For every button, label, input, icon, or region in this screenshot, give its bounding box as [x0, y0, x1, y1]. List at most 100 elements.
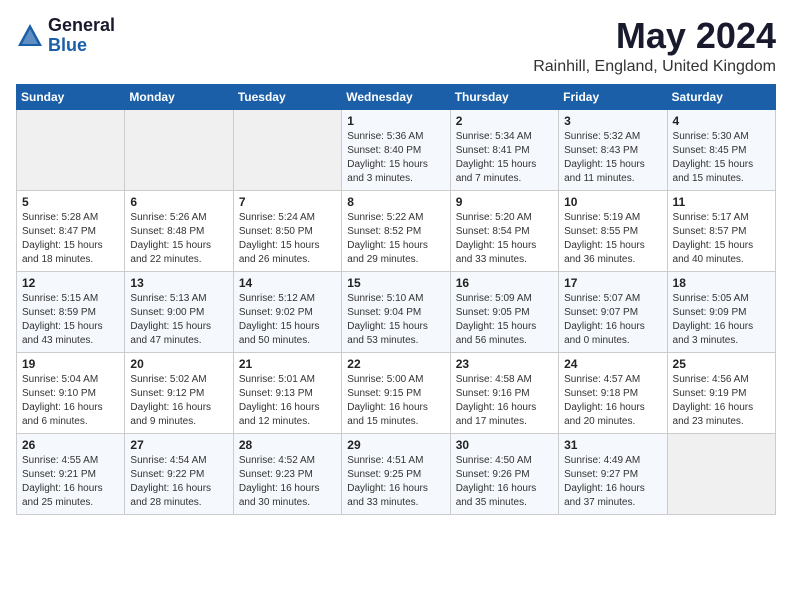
day-info: Sunrise: 4:54 AM Sunset: 9:22 PM Dayligh…	[130, 454, 227, 510]
day-info: Sunrise: 5:24 AM Sunset: 8:50 PM Dayligh…	[239, 211, 336, 267]
day-info: Sunrise: 5:00 AM Sunset: 9:15 PM Dayligh…	[347, 373, 444, 429]
day-info: Sunrise: 5:05 AM Sunset: 9:09 PM Dayligh…	[673, 292, 770, 348]
calendar-cell: 1 Sunrise: 5:36 AM Sunset: 8:40 PM Daylig…	[342, 109, 450, 190]
calendar-cell: 5 Sunrise: 5:28 AM Sunset: 8:47 PM Daylig…	[17, 190, 125, 271]
day-number: 12	[22, 276, 119, 290]
calendar-cell: 31 Sunrise: 4:49 AM Sunset: 9:27 PM Dayli…	[559, 433, 667, 514]
day-number: 30	[456, 438, 553, 452]
day-info: Sunrise: 5:15 AM Sunset: 8:59 PM Dayligh…	[22, 292, 119, 348]
calendar-cell: 30 Sunrise: 4:50 AM Sunset: 9:26 PM Dayli…	[450, 433, 558, 514]
day-info: Sunrise: 4:57 AM Sunset: 9:18 PM Dayligh…	[564, 373, 661, 429]
calendar-cell: 3 Sunrise: 5:32 AM Sunset: 8:43 PM Daylig…	[559, 109, 667, 190]
calendar-cell	[17, 109, 125, 190]
weekday-header: Tuesday	[233, 84, 341, 109]
day-number: 15	[347, 276, 444, 290]
day-number: 29	[347, 438, 444, 452]
day-info: Sunrise: 5:12 AM Sunset: 9:02 PM Dayligh…	[239, 292, 336, 348]
day-info: Sunrise: 4:58 AM Sunset: 9:16 PM Dayligh…	[456, 373, 553, 429]
calendar-cell: 21 Sunrise: 5:01 AM Sunset: 9:13 PM Dayli…	[233, 352, 341, 433]
weekday-header: Monday	[125, 84, 233, 109]
weekday-header: Thursday	[450, 84, 558, 109]
day-number: 17	[564, 276, 661, 290]
day-info: Sunrise: 4:52 AM Sunset: 9:23 PM Dayligh…	[239, 454, 336, 510]
day-number: 11	[673, 195, 770, 209]
calendar-cell: 14 Sunrise: 5:12 AM Sunset: 9:02 PM Dayli…	[233, 271, 341, 352]
day-number: 6	[130, 195, 227, 209]
day-info: Sunrise: 5:30 AM Sunset: 8:45 PM Dayligh…	[673, 130, 770, 186]
day-info: Sunrise: 5:07 AM Sunset: 9:07 PM Dayligh…	[564, 292, 661, 348]
day-info: Sunrise: 5:28 AM Sunset: 8:47 PM Dayligh…	[22, 211, 119, 267]
day-number: 3	[564, 114, 661, 128]
day-number: 13	[130, 276, 227, 290]
weekday-header: Saturday	[667, 84, 775, 109]
calendar-cell: 12 Sunrise: 5:15 AM Sunset: 8:59 PM Dayli…	[17, 271, 125, 352]
calendar-cell: 29 Sunrise: 4:51 AM Sunset: 9:25 PM Dayli…	[342, 433, 450, 514]
day-number: 31	[564, 438, 661, 452]
day-number: 10	[564, 195, 661, 209]
calendar-header-row: SundayMondayTuesdayWednesdayThursdayFrid…	[17, 84, 776, 109]
day-number: 22	[347, 357, 444, 371]
calendar-cell: 15 Sunrise: 5:10 AM Sunset: 9:04 PM Dayli…	[342, 271, 450, 352]
day-number: 5	[22, 195, 119, 209]
calendar-table: SundayMondayTuesdayWednesdayThursdayFrid…	[16, 84, 776, 515]
day-number: 7	[239, 195, 336, 209]
day-info: Sunrise: 5:10 AM Sunset: 9:04 PM Dayligh…	[347, 292, 444, 348]
calendar-cell: 13 Sunrise: 5:13 AM Sunset: 9:00 PM Dayli…	[125, 271, 233, 352]
day-number: 28	[239, 438, 336, 452]
day-info: Sunrise: 5:20 AM Sunset: 8:54 PM Dayligh…	[456, 211, 553, 267]
calendar-cell: 7 Sunrise: 5:24 AM Sunset: 8:50 PM Daylig…	[233, 190, 341, 271]
day-number: 4	[673, 114, 770, 128]
calendar-cell: 20Sunrise: 5:02 AM Sunset: 9:12 PM Dayli…	[125, 352, 233, 433]
day-number: 18	[673, 276, 770, 290]
day-info: Sunrise: 5:34 AM Sunset: 8:41 PM Dayligh…	[456, 130, 553, 186]
day-info: Sunrise: 5:01 AM Sunset: 9:13 PM Dayligh…	[239, 373, 336, 429]
day-number: 16	[456, 276, 553, 290]
day-number: 23	[456, 357, 553, 371]
day-info: Sunrise: 4:51 AM Sunset: 9:25 PM Dayligh…	[347, 454, 444, 510]
calendar-week-row: 12 Sunrise: 5:15 AM Sunset: 8:59 PM Dayli…	[17, 271, 776, 352]
day-info: Sunrise: 5:02 AM Sunset: 9:12 PM Dayligh…	[130, 373, 227, 429]
calendar-cell: 6Sunrise: 5:26 AM Sunset: 8:48 PM Daylig…	[125, 190, 233, 271]
day-info: Sunrise: 5:22 AM Sunset: 8:52 PM Dayligh…	[347, 211, 444, 267]
day-number: 1	[347, 114, 444, 128]
day-info: Sunrise: 4:50 AM Sunset: 9:26 PM Dayligh…	[456, 454, 553, 510]
calendar-cell: 28 Sunrise: 4:52 AM Sunset: 9:23 PM Dayli…	[233, 433, 341, 514]
weekday-header: Friday	[559, 84, 667, 109]
day-info: Sunrise: 5:17 AM Sunset: 8:57 PM Dayligh…	[673, 211, 770, 267]
calendar-cell: 17 Sunrise: 5:07 AM Sunset: 9:07 PM Dayli…	[559, 271, 667, 352]
day-number: 27	[130, 438, 227, 452]
calendar-cell: 18 Sunrise: 5:05 AM Sunset: 9:09 PM Dayli…	[667, 271, 775, 352]
calendar-cell: 27 Sunrise: 4:54 AM Sunset: 9:22 PM Dayli…	[125, 433, 233, 514]
calendar-cell: 19 Sunrise: 5:04 AM Sunset: 9:10 PM Dayli…	[17, 352, 125, 433]
day-info: Sunrise: 4:49 AM Sunset: 9:27 PM Dayligh…	[564, 454, 661, 510]
calendar-cell	[233, 109, 341, 190]
logo: General Blue	[16, 16, 115, 56]
weekday-header: Sunday	[17, 84, 125, 109]
title-block: May 2024 Rainhill, England, United Kingd…	[533, 16, 776, 76]
day-info: Sunrise: 5:19 AM Sunset: 8:55 PM Dayligh…	[564, 211, 661, 267]
day-number: 26	[22, 438, 119, 452]
calendar-week-row: 19 Sunrise: 5:04 AM Sunset: 9:10 PM Dayli…	[17, 352, 776, 433]
calendar-cell: 23 Sunrise: 4:58 AM Sunset: 9:16 PM Dayli…	[450, 352, 558, 433]
day-number: 14	[239, 276, 336, 290]
calendar-cell: 24Sunrise: 4:57 AM Sunset: 9:18 PM Dayli…	[559, 352, 667, 433]
calendar-cell: 9Sunrise: 5:20 AM Sunset: 8:54 PM Daylig…	[450, 190, 558, 271]
weekday-header: Wednesday	[342, 84, 450, 109]
logo-text: General Blue	[48, 16, 115, 56]
day-info: Sunrise: 5:32 AM Sunset: 8:43 PM Dayligh…	[564, 130, 661, 186]
calendar-title: May 2024	[533, 16, 776, 56]
calendar-week-row: 5 Sunrise: 5:28 AM Sunset: 8:47 PM Daylig…	[17, 190, 776, 271]
calendar-cell	[125, 109, 233, 190]
calendar-cell: 22 Sunrise: 5:00 AM Sunset: 9:15 PM Dayli…	[342, 352, 450, 433]
day-info: Sunrise: 5:13 AM Sunset: 9:00 PM Dayligh…	[130, 292, 227, 348]
day-number: 2	[456, 114, 553, 128]
calendar-cell	[667, 433, 775, 514]
calendar-cell: 11 Sunrise: 5:17 AM Sunset: 8:57 PM Dayli…	[667, 190, 775, 271]
day-number: 21	[239, 357, 336, 371]
day-info: Sunrise: 5:04 AM Sunset: 9:10 PM Dayligh…	[22, 373, 119, 429]
day-info: Sunrise: 5:36 AM Sunset: 8:40 PM Dayligh…	[347, 130, 444, 186]
day-info: Sunrise: 5:09 AM Sunset: 9:05 PM Dayligh…	[456, 292, 553, 348]
logo-icon	[16, 22, 44, 50]
day-number: 19	[22, 357, 119, 371]
calendar-cell: 4 Sunrise: 5:30 AM Sunset: 8:45 PM Daylig…	[667, 109, 775, 190]
